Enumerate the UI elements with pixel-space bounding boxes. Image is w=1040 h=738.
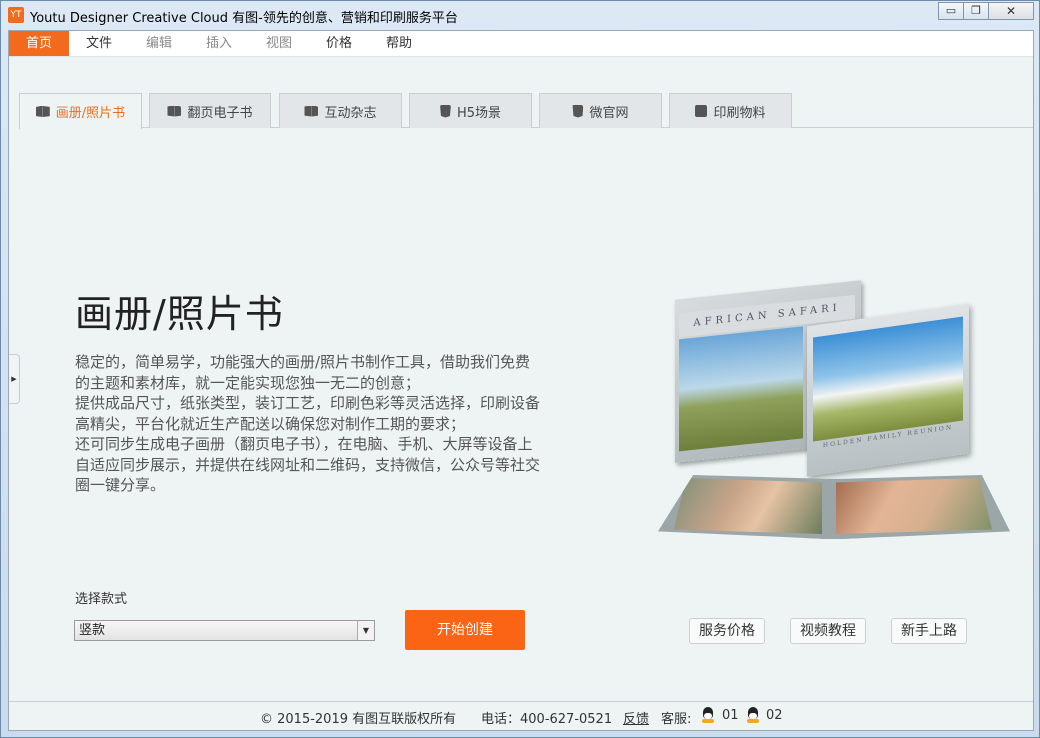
description-line: 提供成品尺寸，纸张类型，装订工艺，印刷色彩等灵活选择，印刷设备 — [75, 394, 541, 412]
copyright-text: © 2015-2019 有图互联版权所有 — [260, 712, 457, 727]
description-line: 圈一键分享。 — [75, 476, 166, 494]
menu-file[interactable]: 文件 — [79, 31, 119, 56]
description-line: 高精尖，平台化就近生产配送以确保您对制作工期的要求； — [75, 414, 466, 433]
chevron-down-icon[interactable]: ▼ — [357, 621, 374, 640]
tab-interactive-magazine[interactable]: 互动杂志 — [279, 93, 402, 128]
service-price-button[interactable]: 服务价格 — [689, 618, 765, 644]
feedback-link[interactable]: 反馈 — [623, 708, 649, 727]
tab-label: H5场景 — [456, 105, 502, 121]
description-line: 的主题和素材库，就一定能实现您独一无二的创意； — [75, 373, 421, 392]
page-title: 画册/照片书 — [75, 292, 284, 336]
window-title: Youtu Designer Creative Cloud 有图-领先的创意、营… — [30, 11, 458, 26]
tab-label: 画册/照片书 — [55, 106, 126, 121]
beginner-guide-button[interactable]: 新手上路 — [891, 618, 967, 644]
restore-button[interactable]: ❐ — [963, 2, 989, 20]
qq-service-2[interactable]: 02 — [766, 708, 783, 723]
reunion-book-cover: HOLDEN FAMILY REUNION — [807, 303, 969, 477]
phone-text: 电话：400-627-0521 — [481, 712, 613, 727]
qq-service-1[interactable]: 01 — [722, 708, 739, 723]
description-line: 自适应同步展示，并提供在线网址和二维码，支持微信，公众号等社交 — [75, 455, 541, 474]
start-create-button[interactable]: 开始创建 — [405, 610, 525, 650]
menu-home[interactable]: 首页 — [9, 31, 69, 56]
close-button[interactable]: ✕ — [988, 2, 1034, 20]
style-select[interactable]: 竖款 ▼ — [74, 620, 375, 641]
tab-print-materials[interactable]: 印刷物料 — [669, 93, 792, 128]
tab-label: 微官网 — [589, 105, 629, 121]
minimize-button[interactable]: ▭ — [938, 2, 964, 20]
tab-micro-site[interactable]: 微官网 — [539, 93, 662, 128]
description-line: 还可同步生成电子画册（翻页电子书），在电脑、手机、大屏等设备上 — [75, 435, 533, 453]
open-photo-book — [658, 475, 1010, 539]
menu-help[interactable]: 帮助 — [379, 31, 419, 56]
html5-icon — [439, 104, 451, 118]
book-icon — [304, 105, 319, 117]
service-label: 客服: — [661, 712, 692, 727]
product-description: 稳定的，简单易学，功能强大的画册/照片书制作工具，借助我们免费 的主题和素材库，… — [75, 352, 580, 496]
tab-label: 印刷物料 — [713, 105, 766, 121]
menu-view[interactable]: 视图 — [259, 31, 299, 56]
right-page-photo — [836, 478, 992, 534]
tab-label: 翻页电子书 — [187, 105, 253, 121]
sidebar-toggle[interactable]: ▶ — [9, 354, 20, 404]
menu-price[interactable]: 价格 — [319, 31, 359, 56]
style-select-label: 选择款式 — [75, 592, 128, 607]
print-icon — [695, 105, 708, 117]
style-select-value: 竖款 — [79, 623, 106, 638]
menu-insert[interactable]: 插入 — [199, 31, 239, 56]
html5-icon — [572, 104, 584, 118]
tab-label: 互动杂志 — [324, 105, 377, 121]
tab-h5-scene[interactable]: H5场景 — [409, 93, 532, 128]
book-icon — [35, 106, 50, 117]
tab-flip-ebook[interactable]: 翻页电子书 — [149, 93, 271, 128]
app-window: YT Youtu Designer Creative Cloud 有图-领先的创… — [0, 0, 1040, 738]
video-tutorial-button[interactable]: 视频教程 — [790, 618, 866, 644]
book-icon — [167, 105, 182, 117]
menu-bar: 首页 文件 编辑 插入 视图 价格 帮助 — [9, 31, 1033, 57]
product-tabs: 画册/照片书 翻页电子书 互动杂志 H5场景 微官网 印刷物料 — [19, 93, 1033, 129]
left-page-photo — [674, 478, 822, 534]
window-controls: ▭ ❐ ✕ — [938, 2, 1034, 20]
client-area: 首页 文件 编辑 插入 视图 价格 帮助 画册/照片书 翻页电子书 互动杂志 H… — [8, 30, 1034, 731]
title-bar[interactable]: YT Youtu Designer Creative Cloud 有图-领先的创… — [1, 1, 1039, 29]
qq-icon[interactable] — [701, 707, 715, 723]
family-photo — [813, 316, 963, 442]
photo-book-illustration: AFRICAN SAFARI HOLDEN FAMILY REUNION — [646, 279, 1010, 539]
app-logo-icon: YT — [8, 7, 24, 23]
description-line: 稳定的，简单易学，功能强大的画册/照片书制作工具，借助我们免费 — [75, 353, 531, 371]
safari-photo — [679, 326, 803, 452]
status-footer: © 2015-2019 有图互联版权所有 电话：400-627-0521 反馈 … — [9, 701, 1033, 730]
tab-photo-book[interactable]: 画册/照片书 — [19, 93, 142, 129]
menu-edit[interactable]: 编辑 — [139, 31, 179, 56]
qq-icon[interactable] — [746, 707, 760, 723]
